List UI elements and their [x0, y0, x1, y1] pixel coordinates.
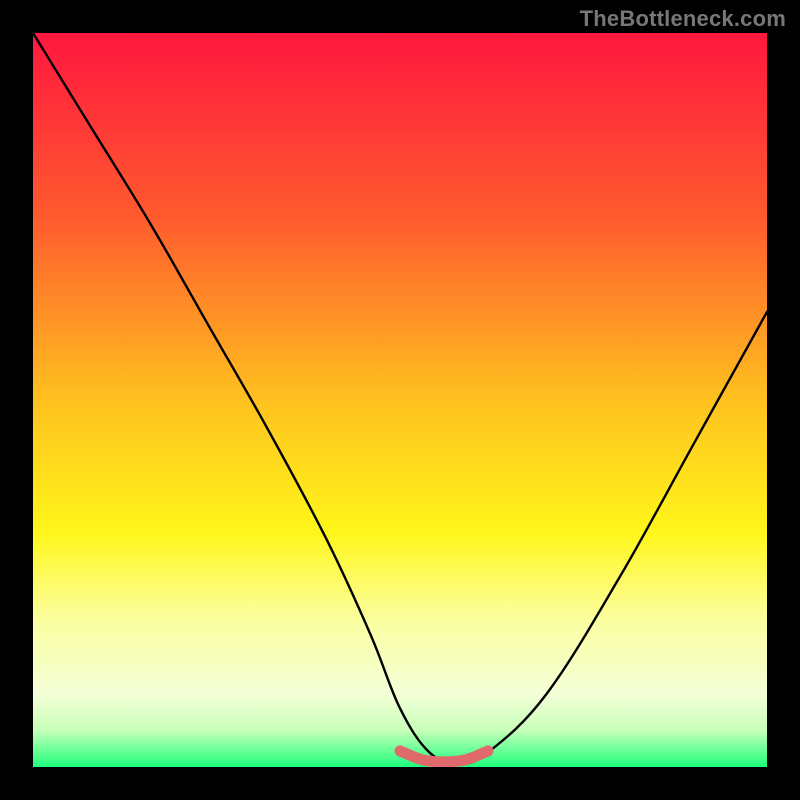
chart-frame: TheBottleneck.com — [0, 0, 800, 800]
plot-area — [33, 33, 767, 767]
gradient-background — [33, 33, 767, 767]
chart-svg — [33, 33, 767, 767]
watermark-text: TheBottleneck.com — [580, 6, 786, 32]
